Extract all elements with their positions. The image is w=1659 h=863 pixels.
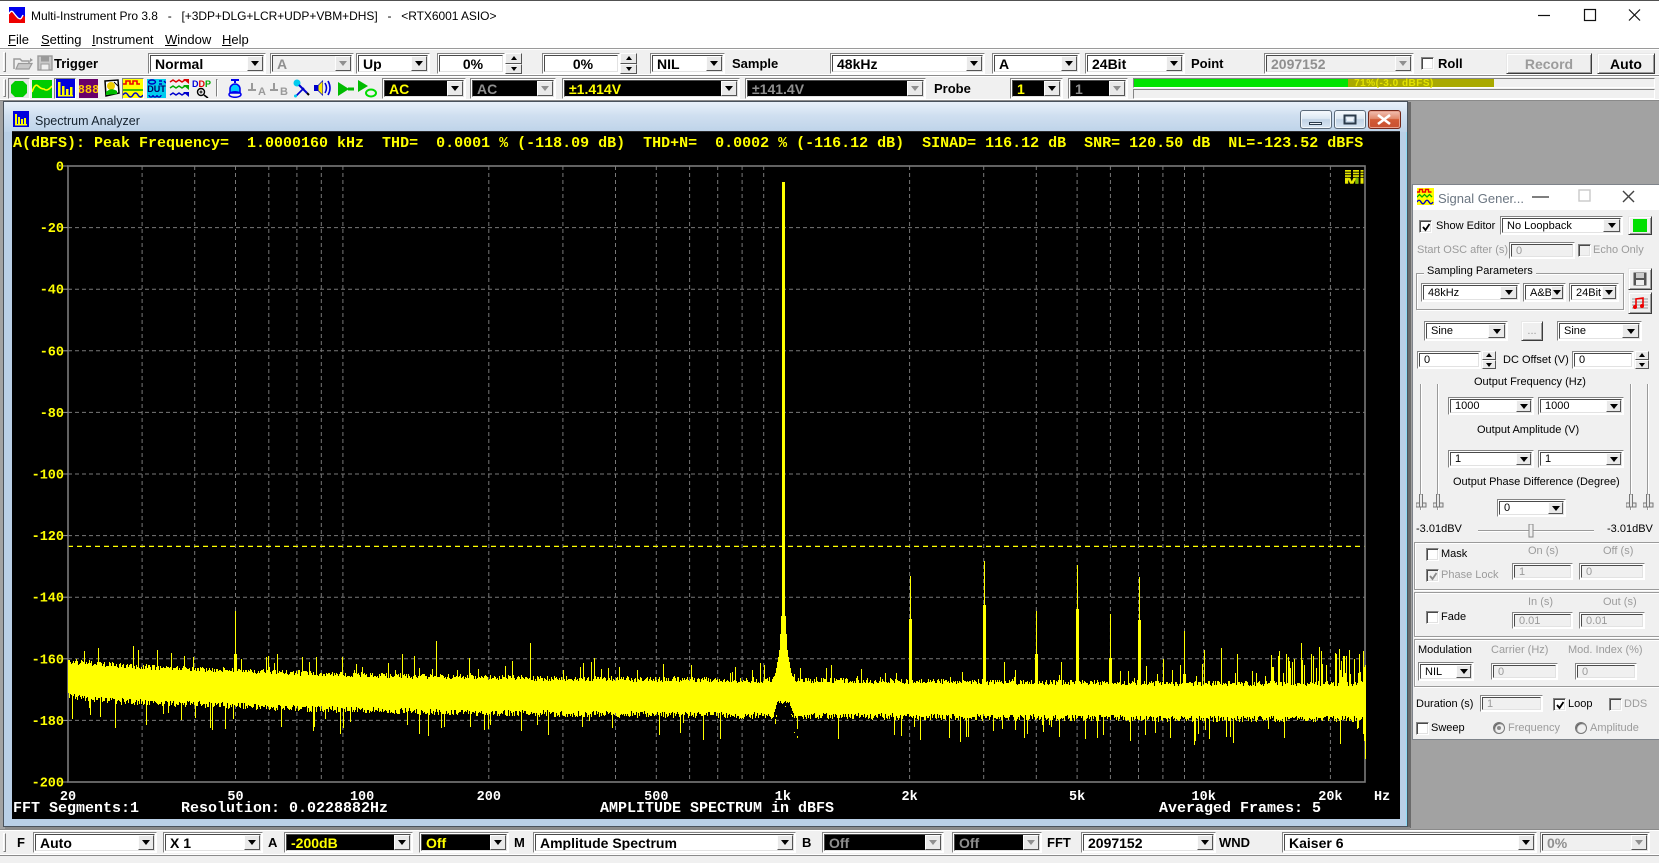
svg-text:888: 888 [79,83,98,97]
svg-text:DDP: DDP [192,79,211,89]
svg-text:FFT Segments:1: FFT Segments:1 [13,800,139,817]
svg-text:-120: -120 [32,530,64,545]
svg-text:-60: -60 [40,345,64,360]
svg-text:DUT: DUT [147,84,166,94]
svg-text:-40: -40 [40,284,64,299]
svg-text:-100: -100 [32,469,64,484]
svg-text:A: A [258,86,266,98]
svg-text:Resolution: 0.0228882Hz: Resolution: 0.0228882Hz [181,800,388,817]
svg-text:Averaged Frames: 5: Averaged Frames: 5 [1159,800,1321,817]
svg-text:AMPLITUDE SPECTRUM in dBFS: AMPLITUDE SPECTRUM in dBFS [600,800,834,817]
svg-text:5k: 5k [1069,790,1085,805]
svg-text:20k: 20k [1318,790,1342,805]
svg-text:B: B [280,86,288,98]
svg-text:2k: 2k [901,790,917,805]
svg-text:Hz: Hz [1374,790,1390,805]
svg-text:0: 0 [56,161,64,176]
svg-text:-20: -20 [40,222,64,237]
svg-text:200: 200 [477,790,501,805]
svg-text:-80: -80 [40,407,64,422]
svg-text:-140: -140 [32,592,64,607]
svg-text:-180: -180 [32,715,64,730]
svg-text:-160: -160 [32,653,64,668]
